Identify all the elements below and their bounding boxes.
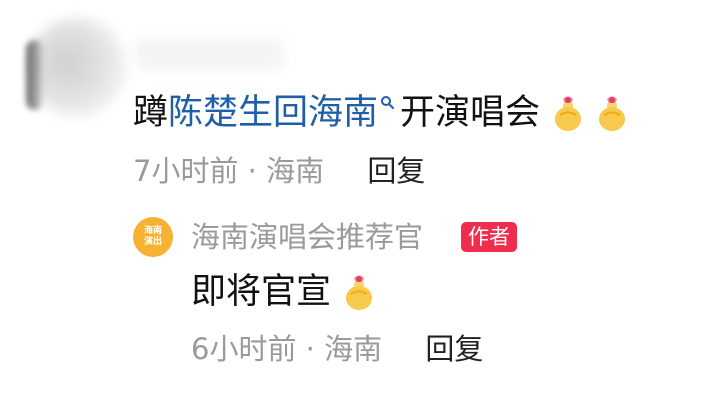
comment-text-suffix: 开演唱会 xyxy=(400,93,541,133)
reply-author-name[interactable]: 海南演唱会推荐官 xyxy=(191,218,423,256)
gift-bag-emoji xyxy=(552,94,584,132)
gift-bag-emoji xyxy=(596,94,628,132)
reply-text: 即将官宣 xyxy=(191,267,375,317)
reply-message: 即将官宣 xyxy=(191,272,332,312)
reply-reply-button[interactable]: 回复 xyxy=(425,332,483,366)
comment-time-location: 7小时前 · 海南 xyxy=(133,154,325,188)
author-badge: 作者 xyxy=(461,222,517,252)
comment-reply-button[interactable]: 回复 xyxy=(367,154,425,188)
comment-text: 蹲 陈楚生回海南 开演唱会 xyxy=(133,88,628,138)
reply-time-location: 6小时前 · 海南 xyxy=(191,332,383,366)
reply-avatar-text-line2: 演出 xyxy=(143,237,162,247)
search-icon[interactable] xyxy=(380,95,395,115)
reply-author-avatar[interactable]: 海南 演出 xyxy=(133,217,173,257)
commenter-name-blurred xyxy=(135,38,285,70)
comment-meta: 7小时前 · 海南 回复 xyxy=(133,152,425,190)
commenter-avatar-edge xyxy=(26,40,44,110)
reply-avatar-text-line1: 海南 xyxy=(143,226,162,236)
comment-text-prefix: 蹲 xyxy=(133,93,169,133)
reply-meta: 6小时前 · 海南 回复 xyxy=(191,330,483,368)
comment-search-link[interactable]: 陈楚生回海南 xyxy=(168,88,378,138)
gift-bag-emoji xyxy=(343,273,375,311)
